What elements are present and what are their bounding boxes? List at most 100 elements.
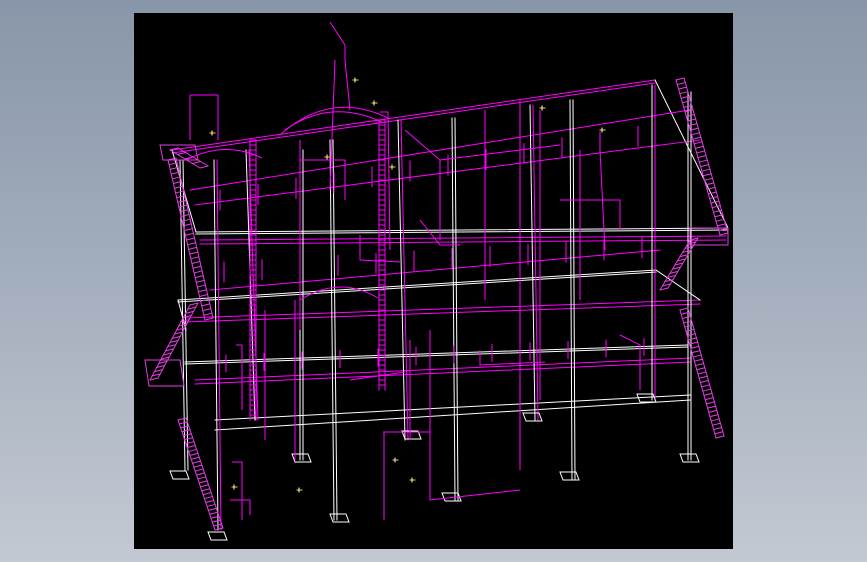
stair-right-upper-tread <box>716 223 727 227</box>
stair-right-upper-tread <box>687 118 697 122</box>
top-level-front-beam <box>171 79 656 151</box>
stair-left-upper-tread <box>175 190 185 194</box>
vessel-center-dome-inner <box>284 111 383 131</box>
stair-right-lower-tread <box>690 345 700 350</box>
stair-right-lower-tread <box>691 350 701 354</box>
stair-left-lower-tread <box>178 421 188 425</box>
stair-right-upper-tread <box>692 136 702 140</box>
stair-right-lower-tread <box>704 396 714 401</box>
stair-right-upper-tread <box>719 232 729 236</box>
stair-right-lower-tread <box>679 307 689 311</box>
stair-left-upper-tread <box>190 256 200 260</box>
stair-left-lower-tread <box>199 484 210 488</box>
stair-right-upper-tread <box>699 164 710 168</box>
stair-left-lower-tread <box>193 464 203 468</box>
footing-base-plate-2 <box>679 453 700 463</box>
stair-left-lower-tread <box>187 448 198 453</box>
stair-left-upper-tread <box>202 307 212 312</box>
stair-right-upper-tread <box>676 81 686 86</box>
stair-left-lower-tread <box>191 460 202 464</box>
stair-right-lower-tread <box>687 337 698 341</box>
stair-right-upper-tread <box>701 168 711 172</box>
stair-left-upper-tread <box>184 232 195 236</box>
footing-base-plate-6 <box>329 513 350 523</box>
column-4-flange <box>400 119 409 441</box>
steel-structure-wireframe[interactable] <box>134 13 733 549</box>
stair-right-upper-tread <box>679 91 689 95</box>
stair-right-upper-tread <box>698 159 708 163</box>
stair-right-lower-tread <box>684 324 694 328</box>
stair-right-upper-tread <box>711 205 721 209</box>
stair-right-lower-tread <box>681 315 692 320</box>
pipe-run-12 <box>232 461 243 520</box>
column-7-flange <box>572 99 576 481</box>
stair-right-lower-tread <box>712 426 723 431</box>
stair-left-upper-tread <box>180 213 190 218</box>
stair-left-lower-tread <box>202 492 212 496</box>
stair-left-lower-tread <box>201 488 211 492</box>
ground-tie-beam-2 <box>214 399 691 431</box>
stair-right-lower-tread <box>709 414 719 418</box>
footing-base-plate-4 <box>559 471 580 481</box>
top-level-rear-beam <box>195 227 729 233</box>
footing-base-plate-3 <box>522 412 543 422</box>
stair-left-lower-tread <box>206 503 216 508</box>
stair-right-lower-tread <box>700 384 711 388</box>
top-level-front-beam <box>171 82 656 154</box>
stair-right-lower-tread <box>685 328 695 332</box>
stair-left-upper-tread <box>192 265 202 269</box>
mid-level-handrail <box>184 303 701 323</box>
low-level-handrail <box>194 361 691 385</box>
stair-left-landing-tread <box>176 151 187 156</box>
stair-left-lower-tread <box>184 437 194 441</box>
stair-left-lower-tread <box>190 456 200 460</box>
stair-right-upper-tread <box>715 218 725 222</box>
stair-left-upper-tread <box>178 204 188 208</box>
stair-left-upper-tread <box>196 284 206 288</box>
stair-right-upper-tread <box>703 177 714 181</box>
stair-left-lower-tread <box>186 444 196 449</box>
stair-left-lower-tread <box>198 480 208 484</box>
stair-right-upper-tread <box>694 145 705 149</box>
stair-left-lower-tread <box>181 429 191 433</box>
stair-left-upper-tread <box>170 171 180 175</box>
stair-left-lower-tread <box>211 519 221 523</box>
stair-right-lower-tread <box>703 392 713 396</box>
stair-left-upper-tread <box>204 317 214 321</box>
stair-right-upper-tread <box>690 132 701 136</box>
stair-right-lower-tread <box>694 362 705 367</box>
stair-right-upper-tread <box>707 191 717 195</box>
pipe-run-2 <box>329 59 336 191</box>
stair-right-lower-tread <box>692 354 702 358</box>
pipe-run-21 <box>619 334 641 390</box>
stair-right-upper-tread <box>702 173 712 177</box>
stair-right-lower-tread <box>715 435 725 439</box>
stair-left-lower-tread <box>203 495 214 500</box>
vessel-mid-dome <box>299 286 379 301</box>
stair-right-lower-tread <box>693 358 704 362</box>
stair-right-upper-tread <box>696 150 706 154</box>
stair-right-lower-tread <box>698 375 708 379</box>
stair-left-lower-tread <box>177 417 187 421</box>
stair-left-upper-tread <box>177 199 187 203</box>
stair-right-upper-tread <box>675 77 685 81</box>
stair-right-upper-tread <box>697 154 707 159</box>
stair-right-upper-tread <box>705 182 715 186</box>
stair-left-lower-tread <box>205 499 215 504</box>
top-level-handrail <box>199 235 727 241</box>
stair-left-upper-tread <box>171 176 181 180</box>
stair-left-upper-tread <box>173 185 184 189</box>
stair-right-lower-tread <box>699 379 710 384</box>
stair-left-upper-tread <box>191 260 201 265</box>
stair-left-upper-tread <box>183 227 193 232</box>
cad-viewport[interactable] <box>134 13 733 549</box>
stair-left-upper-tread <box>193 270 203 274</box>
stair-right-lower-tread <box>706 405 717 409</box>
stair-right-lower-tread <box>714 431 724 435</box>
low-level-front-beam <box>184 344 689 363</box>
stair-right-lower-tread <box>710 418 720 422</box>
stair-right-lower-tread <box>702 388 712 392</box>
pipe-run-10 <box>383 431 521 501</box>
stair-right-upper-tread <box>681 100 692 104</box>
pipe-run-1 <box>329 21 351 111</box>
